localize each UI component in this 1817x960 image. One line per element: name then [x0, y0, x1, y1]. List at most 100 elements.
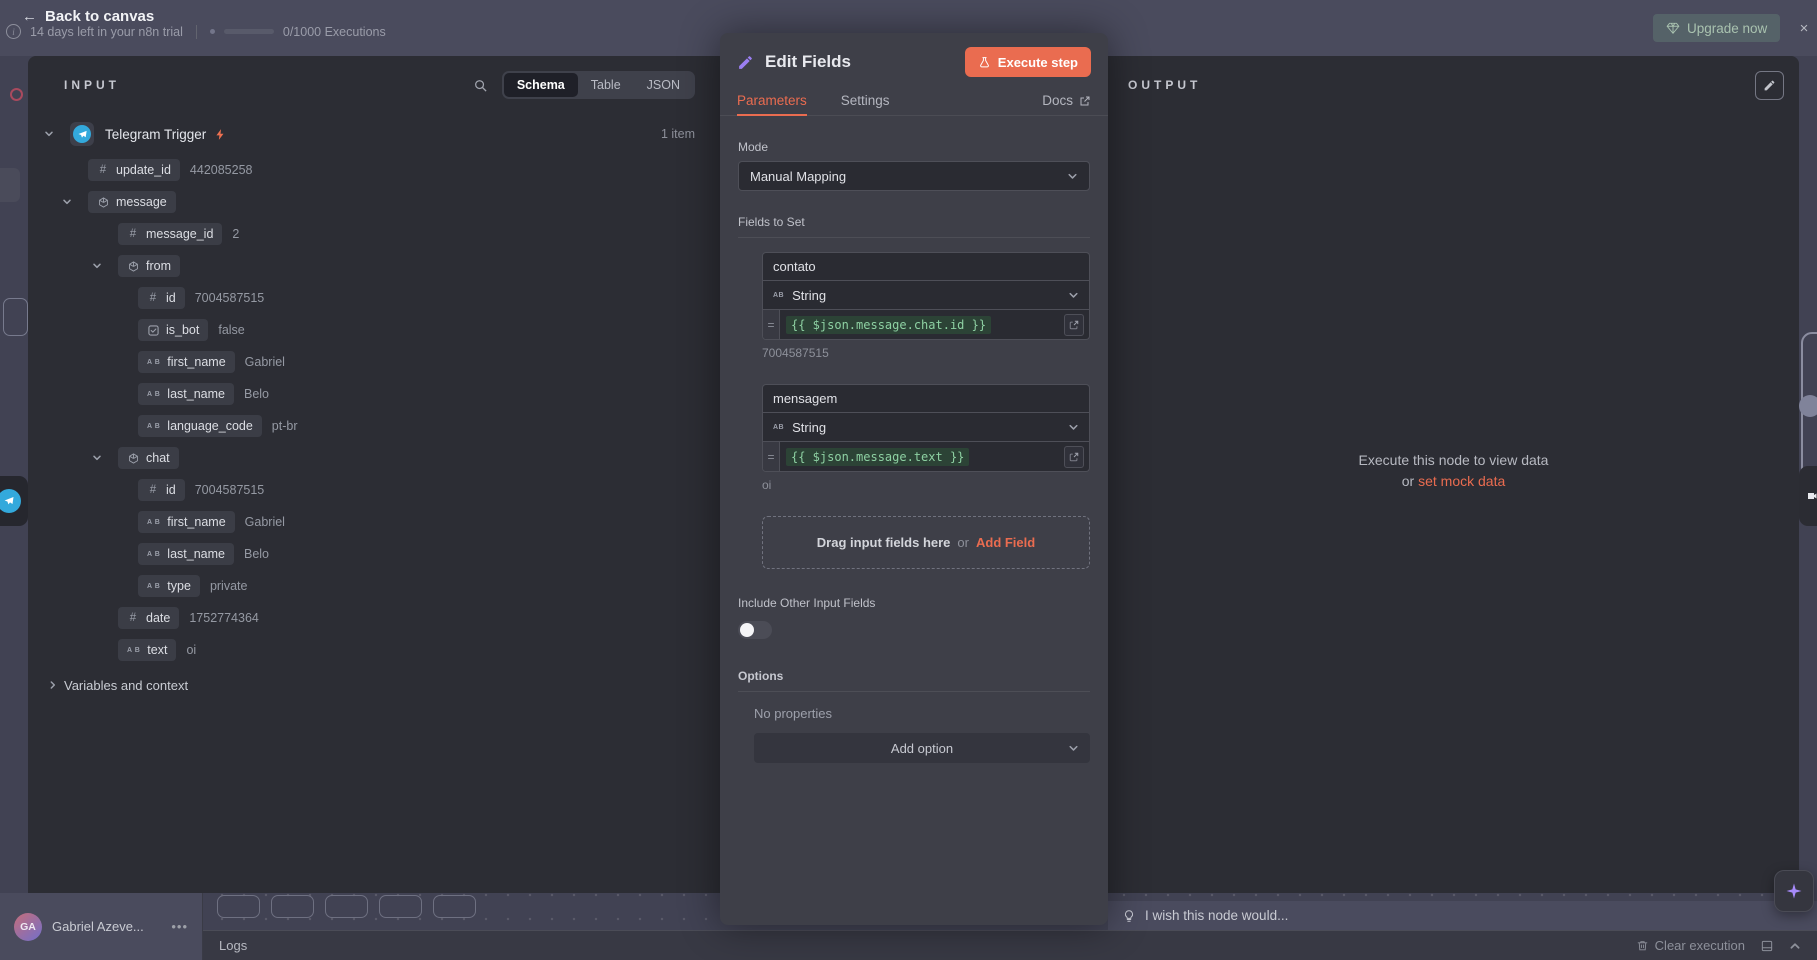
field-type-select[interactable]: AB String — [762, 413, 1090, 442]
field-name: from — [146, 259, 171, 273]
execute-step-button[interactable]: Execute step — [965, 47, 1091, 77]
edit-output-pencil-button[interactable] — [1755, 71, 1784, 100]
canvas-control-button[interactable] — [379, 895, 422, 918]
canvas-node-outline-left — [3, 298, 28, 336]
pencil-icon — [737, 54, 754, 71]
drag-handle-icon[interactable]: = — [763, 442, 780, 471]
logs-bar: Logs Clear execution — [203, 930, 1817, 960]
schema-field-pill[interactable]: A B first_name — [138, 351, 235, 373]
schema-field-pill[interactable]: # id — [138, 479, 185, 501]
expression-text: {{ $json.message.text }} — [786, 448, 969, 466]
tab-settings[interactable]: Settings — [841, 86, 890, 115]
field-name: type — [167, 579, 191, 593]
chevron-right-icon — [48, 680, 58, 690]
field-type-icon: A B — [127, 647, 140, 654]
user-menu-button[interactable]: ••• — [171, 919, 188, 934]
field-type-icon: A B — [147, 391, 160, 398]
canvas-control-button[interactable] — [217, 895, 260, 918]
field-value: Belo — [244, 387, 269, 401]
open-expression-editor-button[interactable] — [1064, 314, 1084, 336]
clear-execution-button[interactable]: Clear execution — [1636, 938, 1745, 953]
schema-field-pill[interactable]: message — [88, 191, 176, 213]
field-name-input[interactable] — [762, 384, 1090, 413]
edit-fields-dialog: Edit Fields Execute step Parameters Setti… — [720, 33, 1108, 925]
field-expression-input[interactable]: = {{ $json.message.text }} — [762, 442, 1090, 472]
canvas-telegram-node[interactable] — [0, 476, 28, 526]
open-logs-panel-icon[interactable] — [1760, 939, 1774, 953]
trash-icon — [1636, 939, 1649, 952]
gem-icon — [1666, 21, 1680, 35]
view-tab-table[interactable]: Table — [578, 73, 634, 97]
field-type-value: String — [792, 288, 826, 303]
toggle-knob — [740, 623, 754, 637]
schema-tree: Telegram Trigger 1 item # update_id 4420… — [28, 106, 721, 701]
schema-field-pill[interactable]: A B first_name — [138, 511, 235, 533]
banner-close-icon[interactable]: × — [1793, 17, 1815, 39]
back-to-canvas-button[interactable]: ← Back to canvas — [22, 8, 154, 25]
schema-field-pill[interactable]: A B text — [118, 639, 176, 661]
lightbulb-icon — [1122, 909, 1136, 923]
field-name-input[interactable] — [762, 252, 1090, 281]
field-type-icon: A B — [147, 423, 160, 430]
schema-field-pill[interactable]: A B last_name — [138, 383, 234, 405]
canvas-node-right[interactable] — [1799, 466, 1817, 526]
tree-row: chat — [28, 442, 721, 474]
schema-field-pill[interactable]: # date — [118, 607, 179, 629]
field-name: message — [116, 195, 167, 209]
drag-fields-dropzone[interactable]: Drag input fields here or Add Field — [762, 516, 1090, 569]
field-value: 7004587515 — [195, 483, 265, 497]
schema-field-pill[interactable]: # message_id — [118, 223, 222, 245]
node-feedback-input[interactable]: I wish this node would... — [1108, 901, 1817, 930]
field-expression-input[interactable]: = {{ $json.message.chat.id }} — [762, 310, 1090, 340]
avatar[interactable]: GA — [14, 913, 42, 941]
docs-link[interactable]: Docs — [1042, 93, 1091, 108]
add-option-select[interactable]: Add option — [754, 733, 1090, 763]
schema-field-pill[interactable]: chat — [118, 447, 179, 469]
schema-field-pill[interactable]: # id — [138, 287, 185, 309]
field-type-select[interactable]: AB String — [762, 281, 1090, 310]
schema-field-pill[interactable]: # update_id — [88, 159, 180, 181]
tree-root-row[interactable]: Telegram Trigger 1 item — [28, 118, 721, 150]
schema-field-pill[interactable]: from — [118, 255, 180, 277]
view-tab-schema[interactable]: Schema — [504, 73, 578, 97]
canvas-control-button[interactable] — [271, 895, 314, 918]
field-type-icon: # — [127, 612, 139, 624]
upgrade-now-button[interactable]: Upgrade now — [1653, 14, 1780, 42]
field-type-icon: A B — [147, 583, 160, 590]
set-mock-data-link[interactable]: set mock data — [1418, 473, 1505, 489]
pencil-icon — [1763, 79, 1776, 92]
canvas-control-button[interactable] — [433, 895, 476, 918]
canvas-control-button[interactable] — [325, 895, 368, 918]
chevron-down-icon[interactable] — [92, 453, 118, 463]
search-icon[interactable] — [473, 78, 488, 93]
canvas-connector-dot — [1799, 395, 1817, 417]
expression-text: {{ $json.message.chat.id }} — [786, 316, 991, 334]
field-value: pt-br — [272, 419, 298, 433]
schema-field-pill[interactable]: A B language_code — [138, 415, 262, 437]
field-type-value: String — [792, 420, 826, 435]
view-tab-json[interactable]: JSON — [634, 73, 693, 97]
drag-handle-icon[interactable]: = — [763, 310, 780, 339]
chevron-down-icon[interactable] — [62, 197, 88, 207]
schema-field-pill[interactable]: is_bot — [138, 319, 208, 341]
tab-parameters[interactable]: Parameters — [737, 86, 807, 115]
add-field-link[interactable]: Add Field — [976, 535, 1035, 550]
schema-field-pill[interactable]: A B type — [138, 575, 200, 597]
chevron-down-icon — [1068, 422, 1079, 433]
chevron-down-icon[interactable] — [44, 129, 70, 139]
mode-select[interactable]: Manual Mapping — [738, 161, 1090, 191]
logs-panel-title: Logs — [219, 938, 247, 953]
dialog-title: Edit Fields — [765, 52, 851, 72]
chevron-down-icon[interactable] — [92, 261, 118, 271]
chevron-up-icon[interactable] — [1789, 940, 1801, 952]
ai-assistant-button[interactable] — [1774, 870, 1814, 912]
field-type-icon — [97, 197, 109, 208]
open-expression-editor-button[interactable] — [1064, 446, 1084, 468]
field-value: 442085258 — [190, 163, 253, 177]
output-panel: OUTPUT Execute this node to view data or… — [1108, 56, 1799, 893]
field-value: 2 — [232, 227, 239, 241]
schema-field-pill[interactable]: A B last_name — [138, 543, 234, 565]
root-node-label: Telegram Trigger — [105, 127, 206, 142]
include-other-input-fields-toggle[interactable] — [738, 621, 772, 639]
variables-and-context-row[interactable]: Variables and context — [28, 669, 721, 701]
